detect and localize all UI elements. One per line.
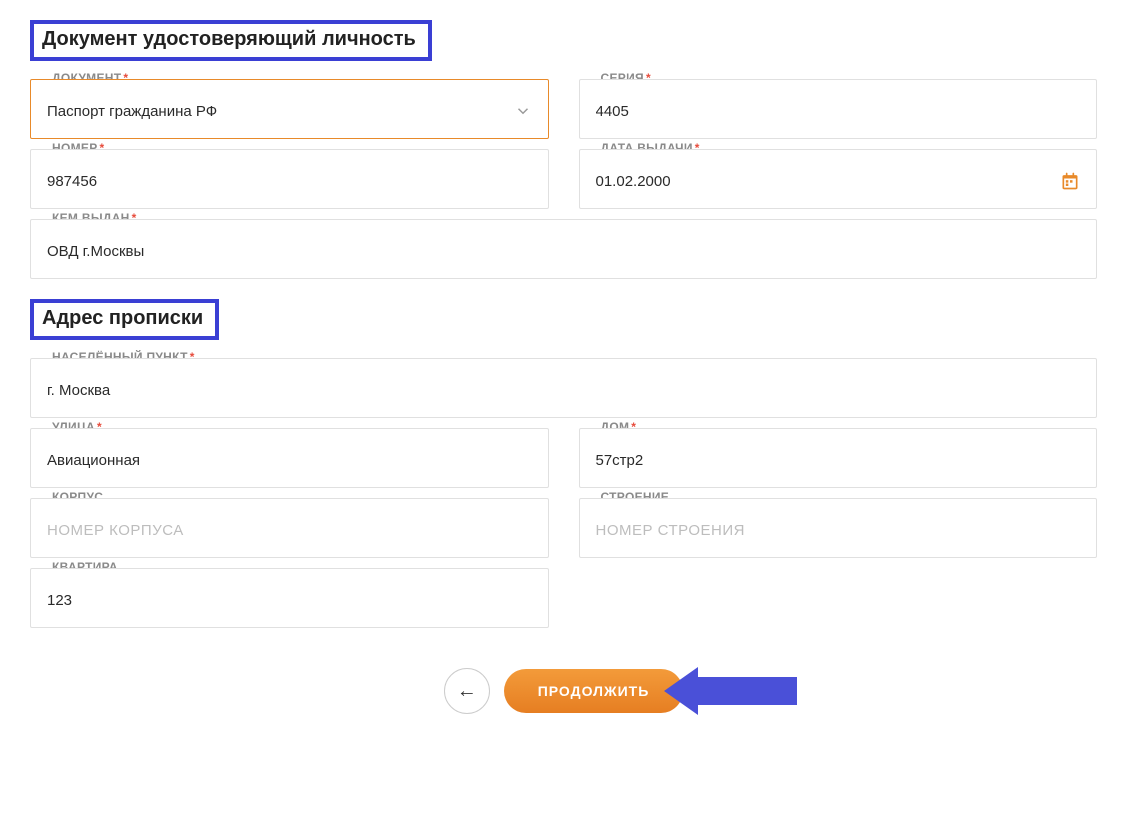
- issue-date-group: ДАТА ВЫДАЧИ* 01.02.2000: [579, 149, 1098, 209]
- document-type-select[interactable]: Паспорт гражданина РФ: [30, 79, 549, 139]
- building-field[interactable]: [579, 498, 1098, 558]
- back-button[interactable]: ←: [444, 668, 490, 714]
- number-input[interactable]: [47, 173, 532, 190]
- annotation-arrow: [664, 667, 797, 715]
- issue-date-field[interactable]: 01.02.2000: [579, 149, 1098, 209]
- city-input[interactable]: [47, 382, 1080, 399]
- apartment-group: КВАРТИРА: [30, 568, 549, 628]
- identity-section-header: Документ удостоверяющий личность: [30, 20, 432, 61]
- house-group: ДОМ*: [579, 428, 1098, 488]
- continue-button[interactable]: ПРОДОЛЖИТЬ: [504, 669, 684, 713]
- apartment-input[interactable]: [47, 592, 532, 609]
- button-row: ← ПРОДОЛЖИТЬ: [30, 668, 1097, 714]
- apartment-field[interactable]: [30, 568, 549, 628]
- document-type-value: Паспорт гражданина РФ: [47, 103, 514, 120]
- issued-by-input[interactable]: [47, 243, 1080, 260]
- identity-section-title: Документ удостоверяющий личность: [42, 28, 416, 51]
- arrow-left-icon: ←: [457, 680, 477, 703]
- calendar-icon[interactable]: [1060, 171, 1080, 191]
- chevron-down-icon: [514, 102, 532, 120]
- building-input[interactable]: [596, 522, 1081, 539]
- issue-date-value: 01.02.2000: [596, 173, 1061, 190]
- city-group: НАСЕЛЁННЫЙ ПУНКТ*: [30, 358, 1097, 418]
- address-section-title: Адрес прописки: [42, 307, 203, 330]
- building-group: СТРОЕНИЕ: [579, 498, 1098, 558]
- street-group: УЛИЦА*: [30, 428, 549, 488]
- document-type-group: ДОКУМЕНТ* Паспорт гражданина РФ: [30, 79, 549, 139]
- series-group: СЕРИЯ*: [579, 79, 1098, 139]
- korpus-field[interactable]: [30, 498, 549, 558]
- number-group: НОМЕР*: [30, 149, 549, 209]
- spacer: [579, 568, 1098, 628]
- street-input[interactable]: [47, 452, 532, 469]
- issued-by-field[interactable]: [30, 219, 1097, 279]
- street-field[interactable]: [30, 428, 549, 488]
- house-field[interactable]: [579, 428, 1098, 488]
- city-field[interactable]: [30, 358, 1097, 418]
- series-field[interactable]: [579, 79, 1098, 139]
- number-field[interactable]: [30, 149, 549, 209]
- korpus-group: КОРПУС: [30, 498, 549, 558]
- series-input[interactable]: [596, 103, 1081, 120]
- house-input[interactable]: [596, 452, 1081, 469]
- korpus-input[interactable]: [47, 522, 532, 539]
- address-section-header: Адрес прописки: [30, 299, 219, 340]
- issued-by-group: КЕМ ВЫДАН*: [30, 219, 1097, 279]
